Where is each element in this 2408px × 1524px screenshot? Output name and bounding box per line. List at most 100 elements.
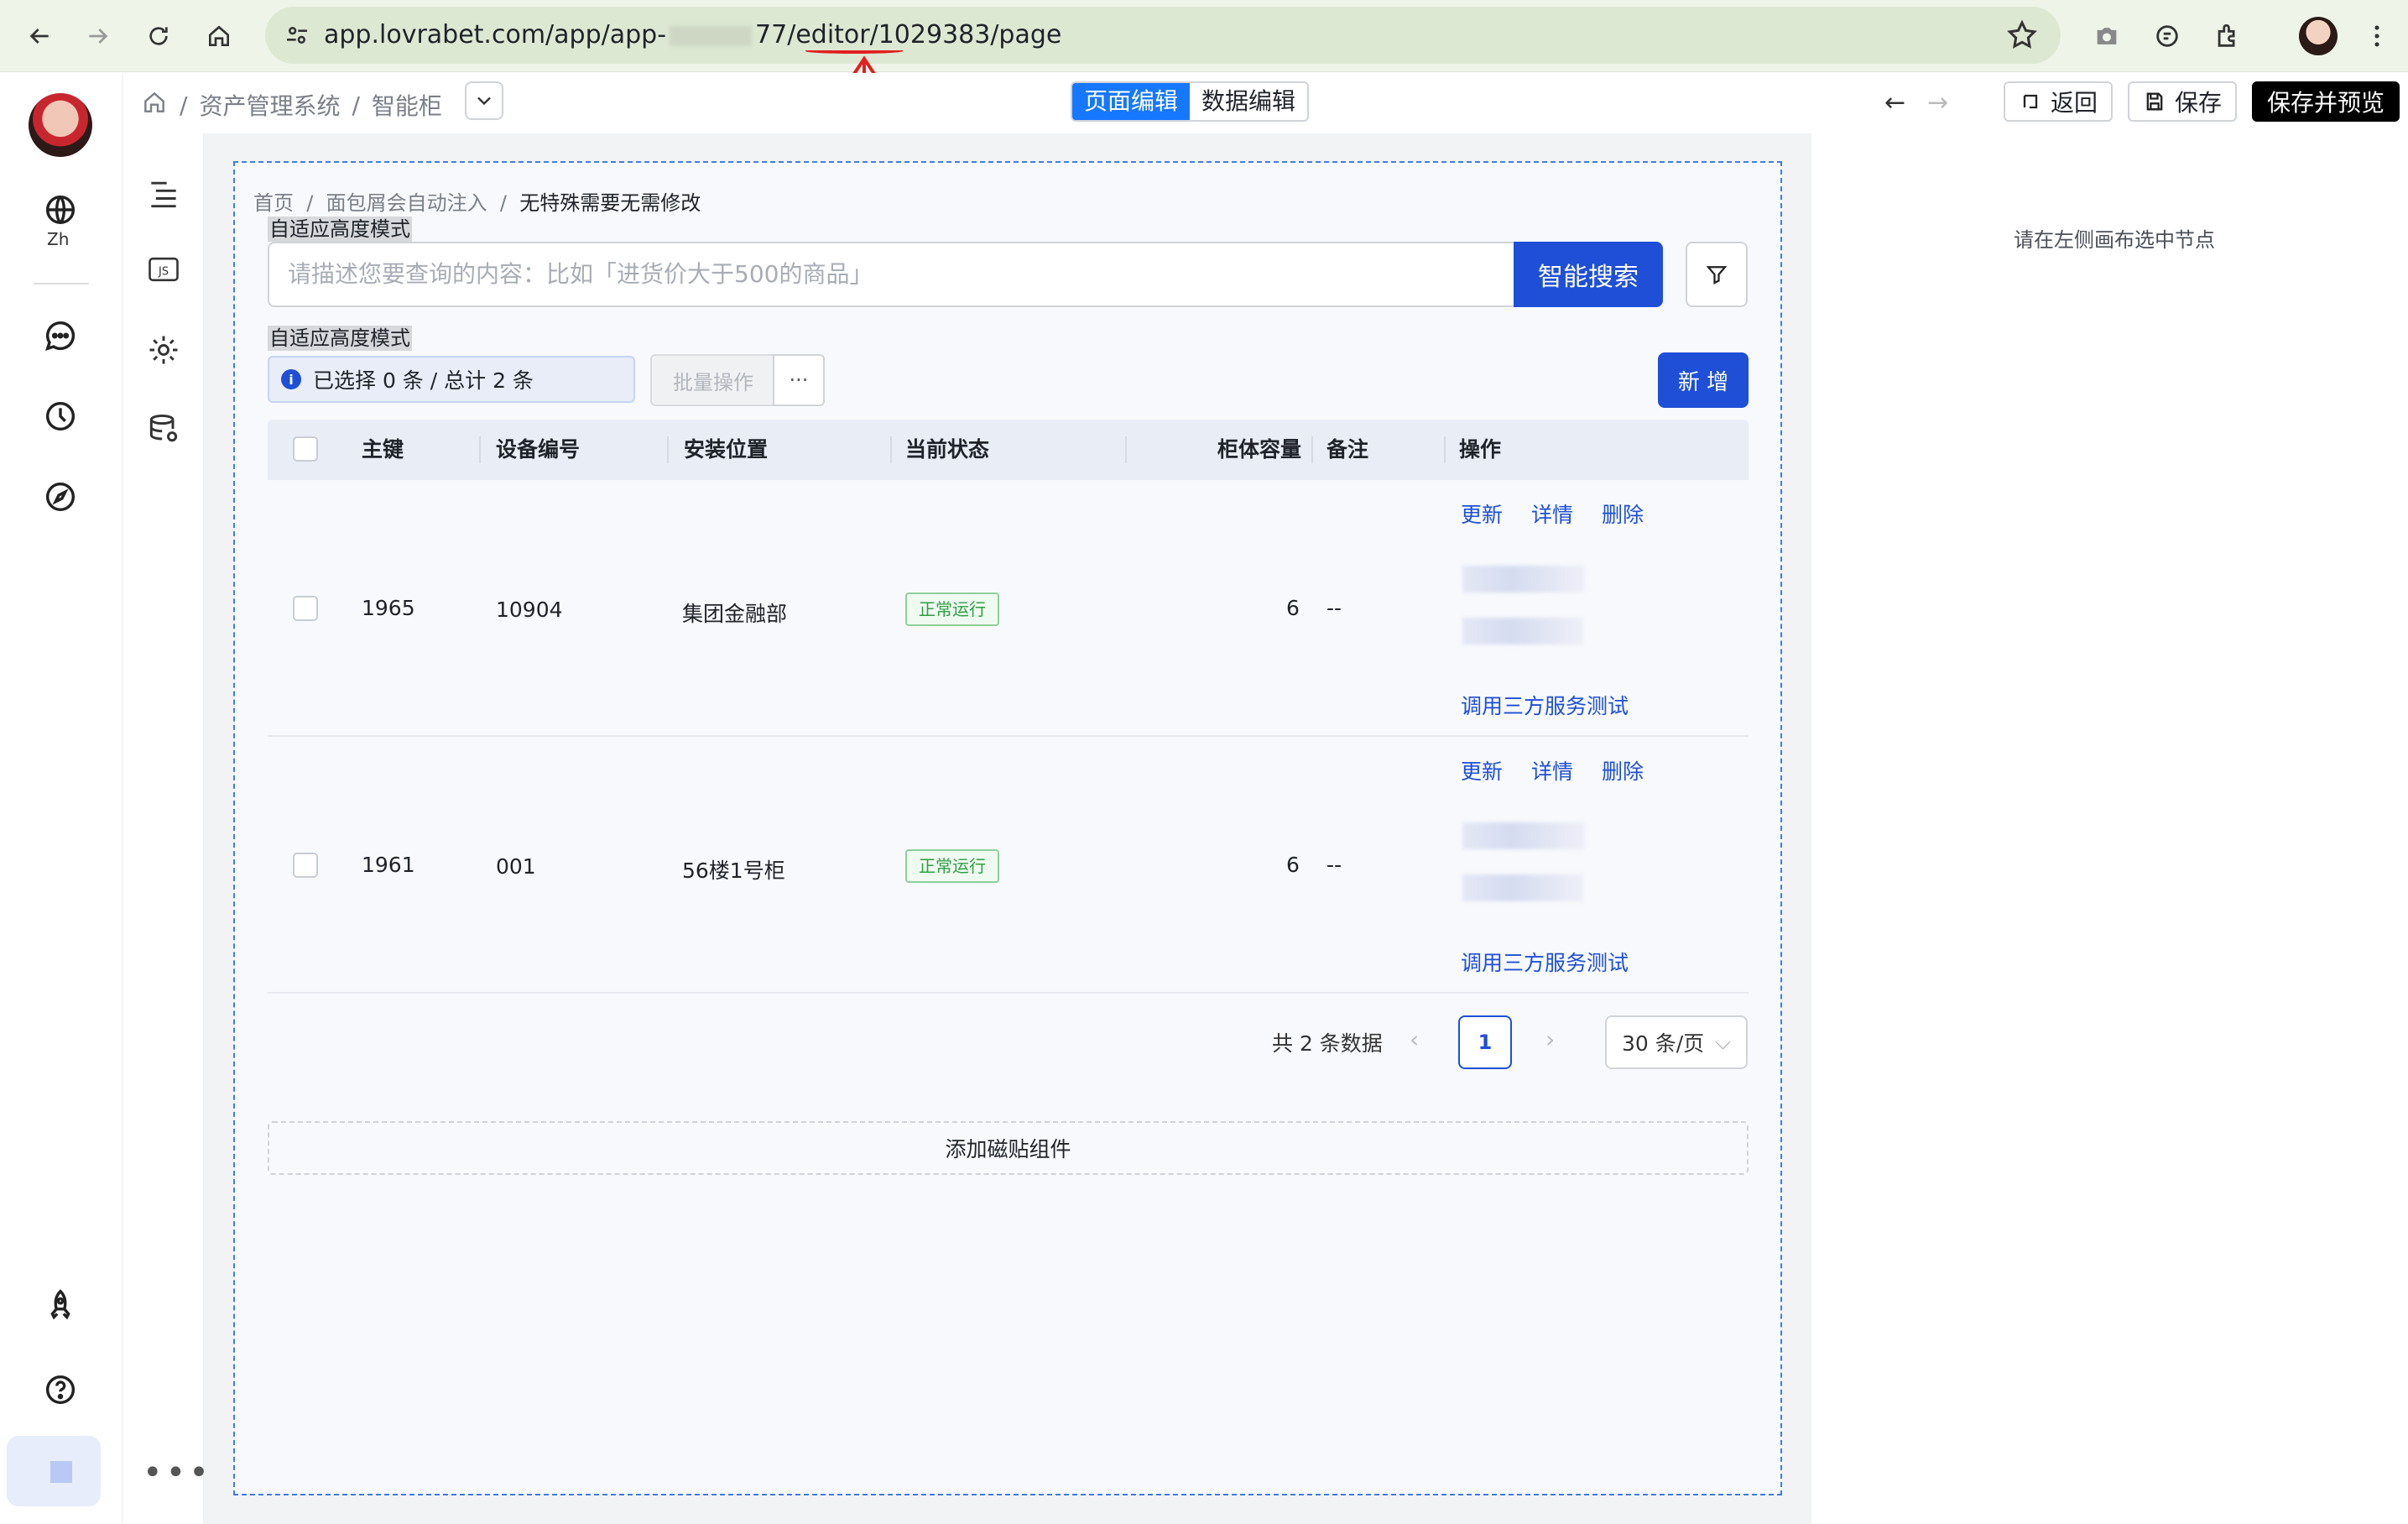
app-home-icon[interactable] bbox=[141, 89, 168, 122]
redo-icon[interactable]: → bbox=[1927, 88, 1948, 117]
pagination-page-1[interactable]: 1 bbox=[1458, 1015, 1512, 1069]
select-all-checkbox[interactable] bbox=[293, 436, 318, 462]
forward-arrow-icon[interactable] bbox=[77, 15, 119, 57]
delete-link[interactable]: 删除 bbox=[1602, 755, 1644, 785]
table-row: 1961 001 56楼1号柜 正常运行 6 -- 更新 详情 删除 调用三方服… bbox=[268, 737, 1749, 994]
delete-link[interactable]: 删除 bbox=[1602, 498, 1644, 529]
global-sidebar: Zh bbox=[0, 73, 122, 1524]
database-icon[interactable] bbox=[140, 405, 187, 452]
more-icon[interactable]: ••• bbox=[143, 1454, 212, 1492]
col-location[interactable]: 安装位置 bbox=[684, 420, 768, 480]
cell-capacity: 6 bbox=[1286, 853, 1300, 877]
site-settings-icon[interactable] bbox=[277, 15, 317, 55]
back-button[interactable]: 返回 bbox=[2004, 81, 2114, 122]
compass-icon[interactable] bbox=[36, 472, 85, 521]
col-status[interactable]: 当前状态 bbox=[905, 420, 989, 480]
undo-icon[interactable]: ← bbox=[1884, 88, 1905, 117]
col-divider bbox=[1125, 436, 1127, 463]
page-switch-dropdown[interactable] bbox=[465, 81, 503, 120]
outline-icon[interactable] bbox=[140, 170, 187, 217]
cell-primary-key: 1961 bbox=[362, 853, 415, 877]
adaptive-height-label: 自适应高度模式 bbox=[268, 326, 412, 351]
redacted-action[interactable] bbox=[1462, 566, 1585, 592]
js-icon[interactable]: JS bbox=[140, 246, 187, 293]
workspace-switcher[interactable] bbox=[7, 1436, 101, 1506]
page-breadcrumb: 首页 / 面包屑会自动注入 / 无特殊需要无需修改 bbox=[253, 186, 701, 216]
batch-operation-button[interactable]: 批量操作 bbox=[650, 354, 774, 406]
redacted-action[interactable] bbox=[1462, 618, 1583, 645]
third-party-test-link[interactable]: 调用三方服务测试 bbox=[1461, 690, 1629, 720]
detail-link[interactable]: 详情 bbox=[1531, 498, 1573, 529]
address-bar[interactable]: app.lovrabet.com/app/app- 77/editor/10293… bbox=[265, 7, 2061, 64]
batch-more-button[interactable]: ··· bbox=[773, 354, 825, 406]
redacted-action[interactable] bbox=[1462, 822, 1585, 849]
table-row: 1965 10904 集团金融部 正常运行 6 -- 更新 详情 删除 调用三方… bbox=[268, 480, 1749, 737]
url-text: app.lovrabet.com/app/app- 77/editor/10293… bbox=[324, 7, 1061, 64]
cell-location: 56楼1号柜 bbox=[682, 859, 785, 883]
user-avatar[interactable] bbox=[29, 93, 92, 157]
redacted-action[interactable] bbox=[1462, 874, 1583, 901]
cell-primary-key: 1965 bbox=[362, 596, 415, 620]
col-divider bbox=[667, 436, 669, 463]
crumb-page-name[interactable]: 智能柜 bbox=[372, 88, 442, 122]
chat-icon[interactable] bbox=[36, 311, 85, 360]
col-capacity[interactable]: 柜体容量 bbox=[1217, 420, 1301, 480]
page-crumb-home[interactable]: 首页 bbox=[253, 191, 294, 215]
page-crumb-parent[interactable]: 面包屑会自动注入 bbox=[326, 191, 487, 215]
property-panel bbox=[1811, 133, 2408, 1524]
col-remark[interactable]: 备注 bbox=[1326, 420, 1368, 480]
settings-icon[interactable] bbox=[140, 326, 187, 373]
url-prefix: app.lovrabet.com/app/app- bbox=[324, 20, 667, 50]
page-crumb-current: 无特殊需要无需修改 bbox=[519, 191, 701, 215]
cell-remark: -- bbox=[1326, 853, 1342, 877]
app-breadcrumb: / 资产管理系统 / 智能柜 bbox=[141, 88, 442, 122]
filter-button[interactable] bbox=[1686, 242, 1748, 307]
col-divider bbox=[479, 436, 481, 463]
chevron-down-icon: ⌵ bbox=[1715, 1030, 1731, 1054]
crumb-separator: / bbox=[180, 91, 188, 119]
third-party-test-link[interactable]: 调用三方服务测试 bbox=[1461, 947, 1629, 977]
row-checkbox[interactable] bbox=[293, 853, 318, 878]
extensions-puzzle-icon[interactable] bbox=[2207, 15, 2249, 57]
smart-search-input[interactable]: 请描述您要查询的内容：比如「进货价大于500的商品」 bbox=[268, 242, 1514, 307]
save-button-label: 保存 bbox=[2175, 89, 2223, 117]
crumb-app-name[interactable]: 资产管理系统 bbox=[199, 88, 340, 122]
home-icon[interactable] bbox=[198, 15, 240, 57]
add-tile-component-button[interactable]: 添加磁贴组件 bbox=[268, 1121, 1749, 1175]
cell-location: 集团金融部 bbox=[682, 602, 788, 626]
update-link[interactable]: 更新 bbox=[1461, 755, 1503, 785]
reload-icon[interactable] bbox=[138, 15, 180, 57]
page-size-select[interactable]: 30 条/页 ⌵ bbox=[1605, 1015, 1748, 1069]
save-button[interactable]: 保存 bbox=[2128, 81, 2238, 122]
row-checkbox[interactable] bbox=[293, 596, 318, 621]
language-label[interactable]: Zh bbox=[47, 229, 69, 249]
update-link[interactable]: 更新 bbox=[1461, 498, 1503, 529]
sidebar-divider bbox=[34, 283, 89, 284]
pagination-next-icon[interactable]: › bbox=[1545, 1026, 1555, 1053]
page-size-value: 30 条/页 bbox=[1622, 1031, 1705, 1056]
extension-ai-icon[interactable] bbox=[2146, 15, 2188, 57]
detail-link[interactable]: 详情 bbox=[1531, 755, 1573, 785]
globe-icon[interactable] bbox=[36, 185, 85, 234]
save-preview-button[interactable]: 保存并预览 bbox=[2252, 81, 2400, 122]
col-device-no[interactable]: 设备编号 bbox=[496, 420, 580, 480]
smart-search-button[interactable]: 智能搜索 bbox=[1514, 242, 1663, 307]
tab-data-edit[interactable]: 数据编辑 bbox=[1190, 83, 1308, 120]
clock-icon[interactable] bbox=[36, 392, 85, 441]
browser-profile-avatar[interactable] bbox=[2299, 17, 2338, 55]
back-arrow-icon[interactable] bbox=[18, 15, 60, 57]
help-icon[interactable] bbox=[36, 1365, 85, 1414]
tab-page-edit[interactable]: 页面编辑 bbox=[1072, 83, 1191, 120]
col-divider bbox=[890, 436, 892, 463]
col-primary-key[interactable]: 主键 bbox=[362, 420, 404, 480]
browser-menu-icon[interactable] bbox=[2356, 15, 2398, 57]
camera-icon[interactable] bbox=[2086, 15, 2128, 57]
pagination-prev-icon[interactable]: ‹ bbox=[1410, 1026, 1419, 1053]
bookmark-star-icon[interactable] bbox=[2005, 18, 2039, 52]
url-suffix: 77/editor/ bbox=[755, 20, 878, 50]
rocket-icon[interactable] bbox=[36, 1281, 85, 1330]
back-button-label: 返回 bbox=[2051, 89, 2098, 117]
chevron-down-icon bbox=[477, 97, 491, 106]
add-record-button[interactable]: 新 增 bbox=[1658, 352, 1749, 408]
adaptive-height-label: 自适应高度模式 bbox=[268, 217, 412, 242]
